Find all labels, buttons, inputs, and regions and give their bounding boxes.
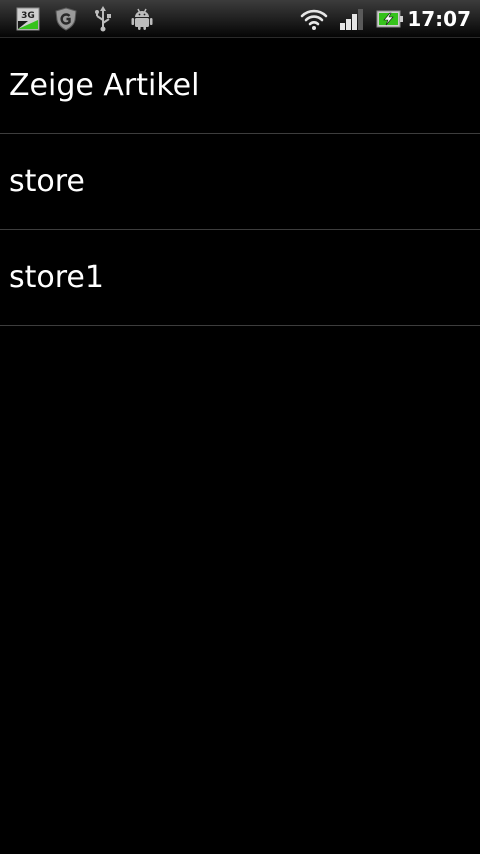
- status-bar: 3G 17:07: [0, 0, 480, 38]
- network-badge: 3G: [21, 11, 35, 21]
- guard-shield-icon: [54, 7, 78, 31]
- battery-charging-icon: [376, 7, 404, 31]
- usb-icon: [92, 6, 114, 32]
- list-item-label: Zeige Artikel: [9, 67, 200, 103]
- signal-strength-icon: [338, 7, 364, 31]
- list-item-store1[interactable]: store1: [0, 230, 480, 326]
- android-debug-icon: [130, 7, 154, 31]
- list-item-label: store: [9, 163, 85, 199]
- clock-time: 17:07: [407, 7, 471, 31]
- list-item-label: store1: [9, 259, 104, 295]
- 3g-data-icon: 3G: [16, 7, 40, 31]
- store-list: Zeige Artikel store store1: [0, 38, 480, 326]
- list-item-store[interactable]: store: [0, 134, 480, 230]
- wifi-icon: [300, 7, 328, 31]
- list-item-zeige-artikel[interactable]: Zeige Artikel: [0, 38, 480, 134]
